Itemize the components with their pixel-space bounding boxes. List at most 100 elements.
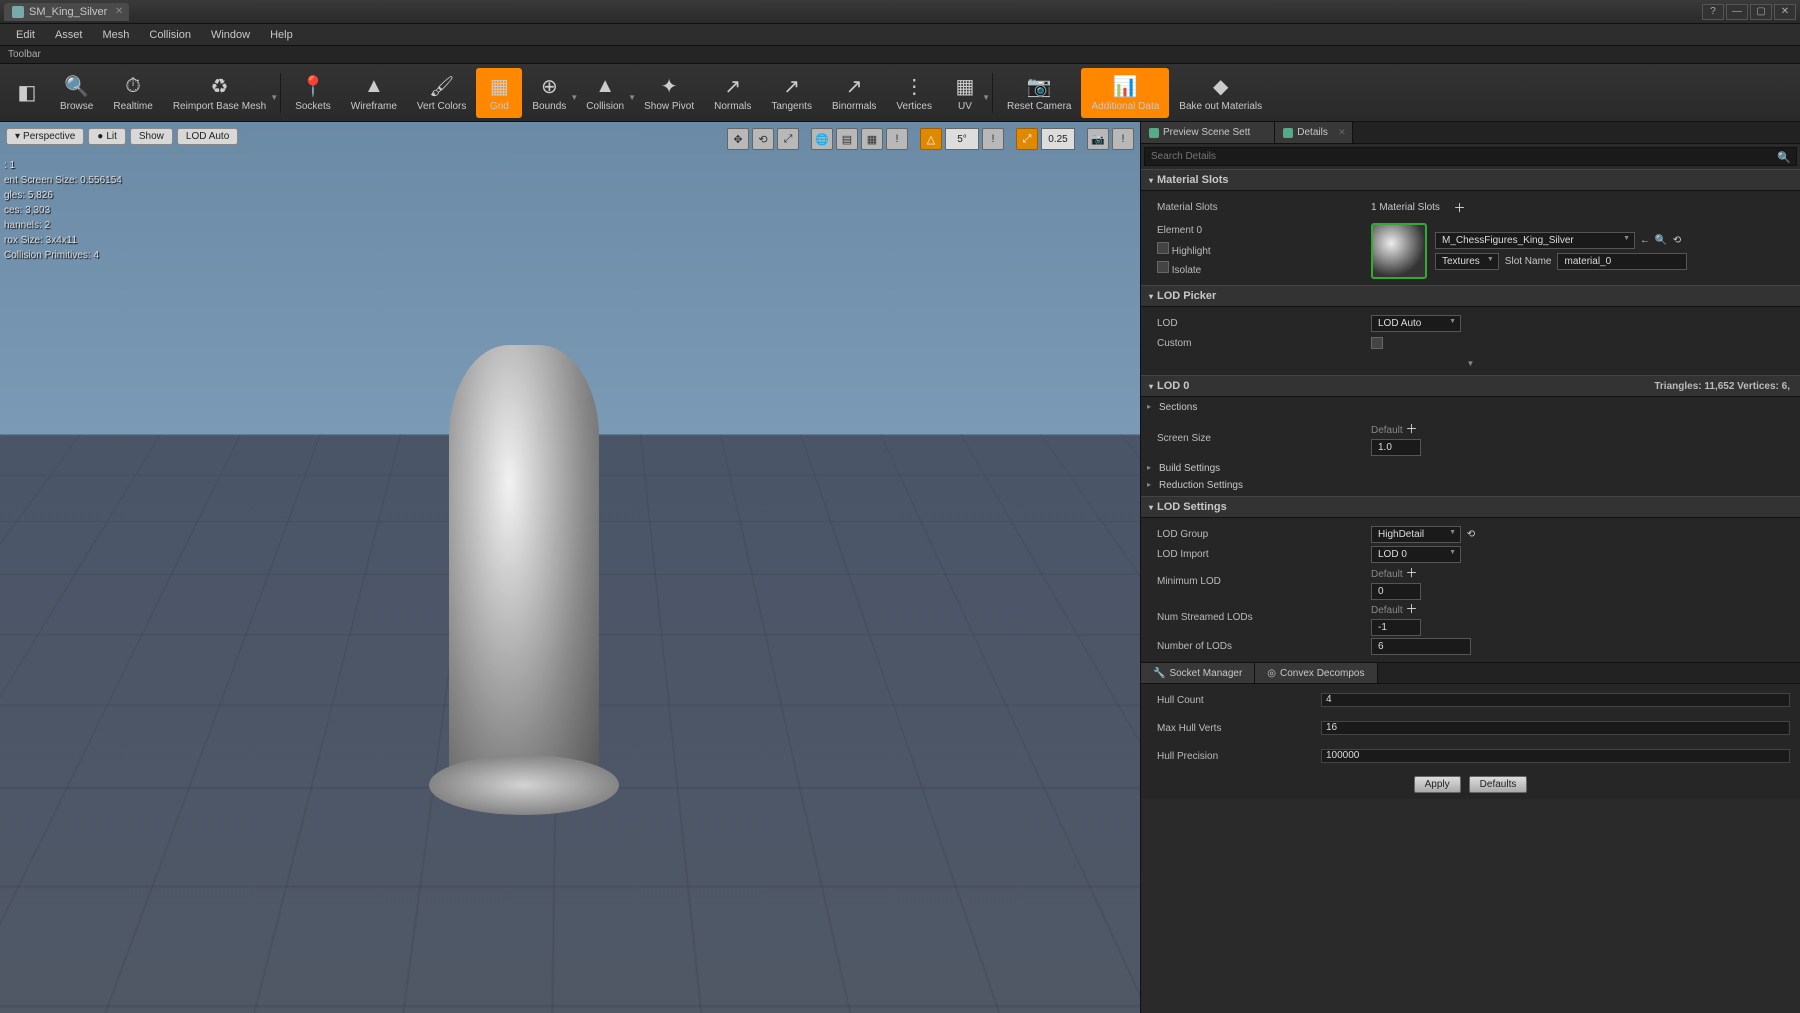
toolbar-bake-out-materials[interactable]: ◆Bake out Materials xyxy=(1169,68,1272,118)
section-lod-settings[interactable]: ▾LOD Settings xyxy=(1141,496,1800,518)
source-control-icon[interactable]: ? xyxy=(1702,4,1724,20)
toolbar-btn[interactable]: ◧ xyxy=(4,68,50,118)
screen-size-input[interactable]: 1.0 xyxy=(1371,439,1421,456)
browse-asset-icon[interactable]: 🔍 xyxy=(1655,235,1667,247)
close-icon[interactable]: ✕ xyxy=(115,6,123,17)
tab-details[interactable]: Details✕ xyxy=(1275,122,1353,143)
menu-asset[interactable]: Asset xyxy=(45,25,93,45)
main-toolbar: ◧🔍Browse⏱Realtime♻Reimport Base Mesh▼📍So… xyxy=(0,64,1800,122)
grid-snap-icon[interactable]: ▦ xyxy=(861,128,883,150)
toolbar-vertices[interactable]: ⋮Vertices xyxy=(886,68,942,118)
textures-dropdown[interactable]: Textures xyxy=(1435,253,1499,270)
section-material-slots[interactable]: ▾Material Slots xyxy=(1141,169,1800,191)
camera-speed-icon[interactable]: 📷 xyxy=(1087,128,1109,150)
nav-back-icon[interactable]: ← xyxy=(1639,235,1651,247)
search-icon: 🔍 xyxy=(1777,151,1791,164)
scale-gizmo-icon[interactable]: ⤢ xyxy=(777,128,799,150)
scale-snap-value[interactable]: 0.25 xyxy=(1041,128,1075,150)
material-thumbnail[interactable] xyxy=(1371,223,1427,279)
tab-preview-scene[interactable]: Preview Scene Sett xyxy=(1141,122,1275,143)
tab-socket-manager[interactable]: 🔧Socket Manager xyxy=(1141,663,1255,683)
max-hull-verts-slider[interactable]: 16 xyxy=(1321,721,1790,735)
show-menu[interactable]: Show xyxy=(130,128,173,145)
add-platform-icon[interactable]: ＋ xyxy=(1405,602,1417,616)
defaults-button[interactable]: Defaults xyxy=(1469,776,1528,793)
angle-snap-value[interactable]: 5° xyxy=(945,128,979,150)
toolbar-bounds[interactable]: ⊕Bounds▼ xyxy=(522,68,576,118)
lod-group-dropdown[interactable]: HighDetail xyxy=(1371,526,1461,543)
perspective-toggle[interactable]: ▾ Perspective xyxy=(6,128,84,145)
toolbar-tangents[interactable]: ↗Tangents xyxy=(761,68,822,118)
angle-snap-extra[interactable]: ! xyxy=(982,128,1004,150)
search-details-input[interactable] xyxy=(1144,147,1797,166)
reset-icon[interactable]: ⟲ xyxy=(1671,235,1683,247)
asset-tab[interactable]: SM_King_Silver ✕ xyxy=(4,3,129,21)
toolbar-binormals[interactable]: ↗Binormals xyxy=(822,68,886,118)
minimize-button[interactable]: — xyxy=(1726,4,1748,20)
highlight-checkbox[interactable] xyxy=(1157,242,1169,254)
close-icon[interactable]: ✕ xyxy=(1338,127,1346,138)
lod0-reduction-settings[interactable]: Reduction Settings xyxy=(1141,477,1800,494)
details-icon xyxy=(1283,128,1293,138)
camera-speed-value[interactable]: ! xyxy=(1112,128,1134,150)
lod-label: LOD xyxy=(1151,318,1371,329)
3d-viewport[interactable]: ▾ Perspective ● Lit Show LOD Auto ✥ ⟲ ⤢ … xyxy=(0,122,1140,1013)
tab-convex-decomposition[interactable]: ◎Convex Decompos xyxy=(1255,663,1377,683)
lod0-sections[interactable]: Sections xyxy=(1141,399,1800,416)
lit-toggle[interactable]: ● Lit xyxy=(88,128,126,145)
menu-collision[interactable]: Collision xyxy=(139,25,201,45)
num-lods-input[interactable]: 6 xyxy=(1371,638,1471,655)
toolbar-reimport-base-mesh[interactable]: ♻Reimport Base Mesh▼ xyxy=(163,68,276,118)
add-platform-icon[interactable]: ＋ xyxy=(1405,422,1417,436)
menu-edit[interactable]: Edit xyxy=(6,25,45,45)
menu-mesh[interactable]: Mesh xyxy=(92,25,139,45)
toolbar-grid[interactable]: ▦Grid xyxy=(476,68,522,118)
close-button[interactable]: ✕ xyxy=(1774,4,1796,20)
toolbar-uv[interactable]: ▦UV▼ xyxy=(942,68,988,118)
toolbar-additional-data[interactable]: 📊Additional Data xyxy=(1081,68,1169,118)
eye-icon xyxy=(1149,128,1159,138)
grid-snap-value[interactable]: ! xyxy=(886,128,908,150)
toolbar-show-pivot[interactable]: ✦Show Pivot xyxy=(634,68,704,118)
tab-title: SM_King_Silver xyxy=(29,6,107,18)
scale-snap-icon[interactable]: ⤢ xyxy=(1016,128,1038,150)
toolbar-collision[interactable]: ▲Collision▼ xyxy=(576,68,634,118)
lod-dropdown[interactable]: LOD Auto xyxy=(1371,315,1461,332)
isolate-checkbox[interactable] xyxy=(1157,261,1169,273)
add-platform-icon[interactable]: ＋ xyxy=(1405,566,1417,580)
expand-icon[interactable]: ▼ xyxy=(1467,359,1475,368)
move-gizmo-icon[interactable]: ✥ xyxy=(727,128,749,150)
num-streamed-input[interactable]: -1 xyxy=(1371,619,1421,636)
world-local-toggle[interactable]: 🌐 xyxy=(811,128,833,150)
toolbar-browse[interactable]: 🔍Browse xyxy=(50,68,103,118)
custom-checkbox[interactable] xyxy=(1371,337,1383,349)
wrench-icon: 🔧 xyxy=(1153,668,1165,679)
reset-icon[interactable]: ⟲ xyxy=(1465,528,1477,540)
maximize-button[interactable]: ▢ xyxy=(1750,4,1772,20)
hull-precision-slider[interactable]: 100000 xyxy=(1321,749,1790,763)
slot-name-input[interactable] xyxy=(1557,253,1687,270)
add-slot-icon[interactable]: ＋ xyxy=(1453,199,1465,216)
toolbar-sockets[interactable]: 📍Sockets xyxy=(285,68,341,118)
angle-snap-icon[interactable]: △ xyxy=(920,128,942,150)
toolbar-wireframe[interactable]: ▲Wireframe xyxy=(341,68,407,118)
browse-icon: 🔍 xyxy=(64,73,90,99)
rotate-gizmo-icon[interactable]: ⟲ xyxy=(752,128,774,150)
lod-import-dropdown[interactable]: LOD 0 xyxy=(1371,546,1461,563)
surface-snap-icon[interactable]: ▤ xyxy=(836,128,858,150)
toolbar-normals[interactable]: ↗Normals xyxy=(704,68,761,118)
apply-button[interactable]: Apply xyxy=(1414,776,1461,793)
material-dropdown[interactable]: M_ChessFigures_King_Silver xyxy=(1435,232,1635,249)
menu-help[interactable]: Help xyxy=(260,25,303,45)
toolbar-realtime[interactable]: ⏱Realtime xyxy=(103,68,162,118)
hull-count-slider[interactable]: 4 xyxy=(1321,693,1790,707)
toolbar-vert-colors[interactable]: 🖌Vert Colors xyxy=(407,68,476,118)
section-lod-picker[interactable]: ▾LOD Picker xyxy=(1141,285,1800,307)
min-lod-input[interactable]: 0 xyxy=(1371,583,1421,600)
menu-window[interactable]: Window xyxy=(201,25,260,45)
binormals-icon: ↗ xyxy=(841,73,867,99)
lod-menu[interactable]: LOD Auto xyxy=(177,128,238,145)
toolbar-reset-camera[interactable]: 📷Reset Camera xyxy=(997,68,1081,118)
lod0-build-settings[interactable]: Build Settings xyxy=(1141,460,1800,477)
section-lod0[interactable]: ▾LOD 0 Triangles: 11,652 Vertices: 6, xyxy=(1141,375,1800,397)
